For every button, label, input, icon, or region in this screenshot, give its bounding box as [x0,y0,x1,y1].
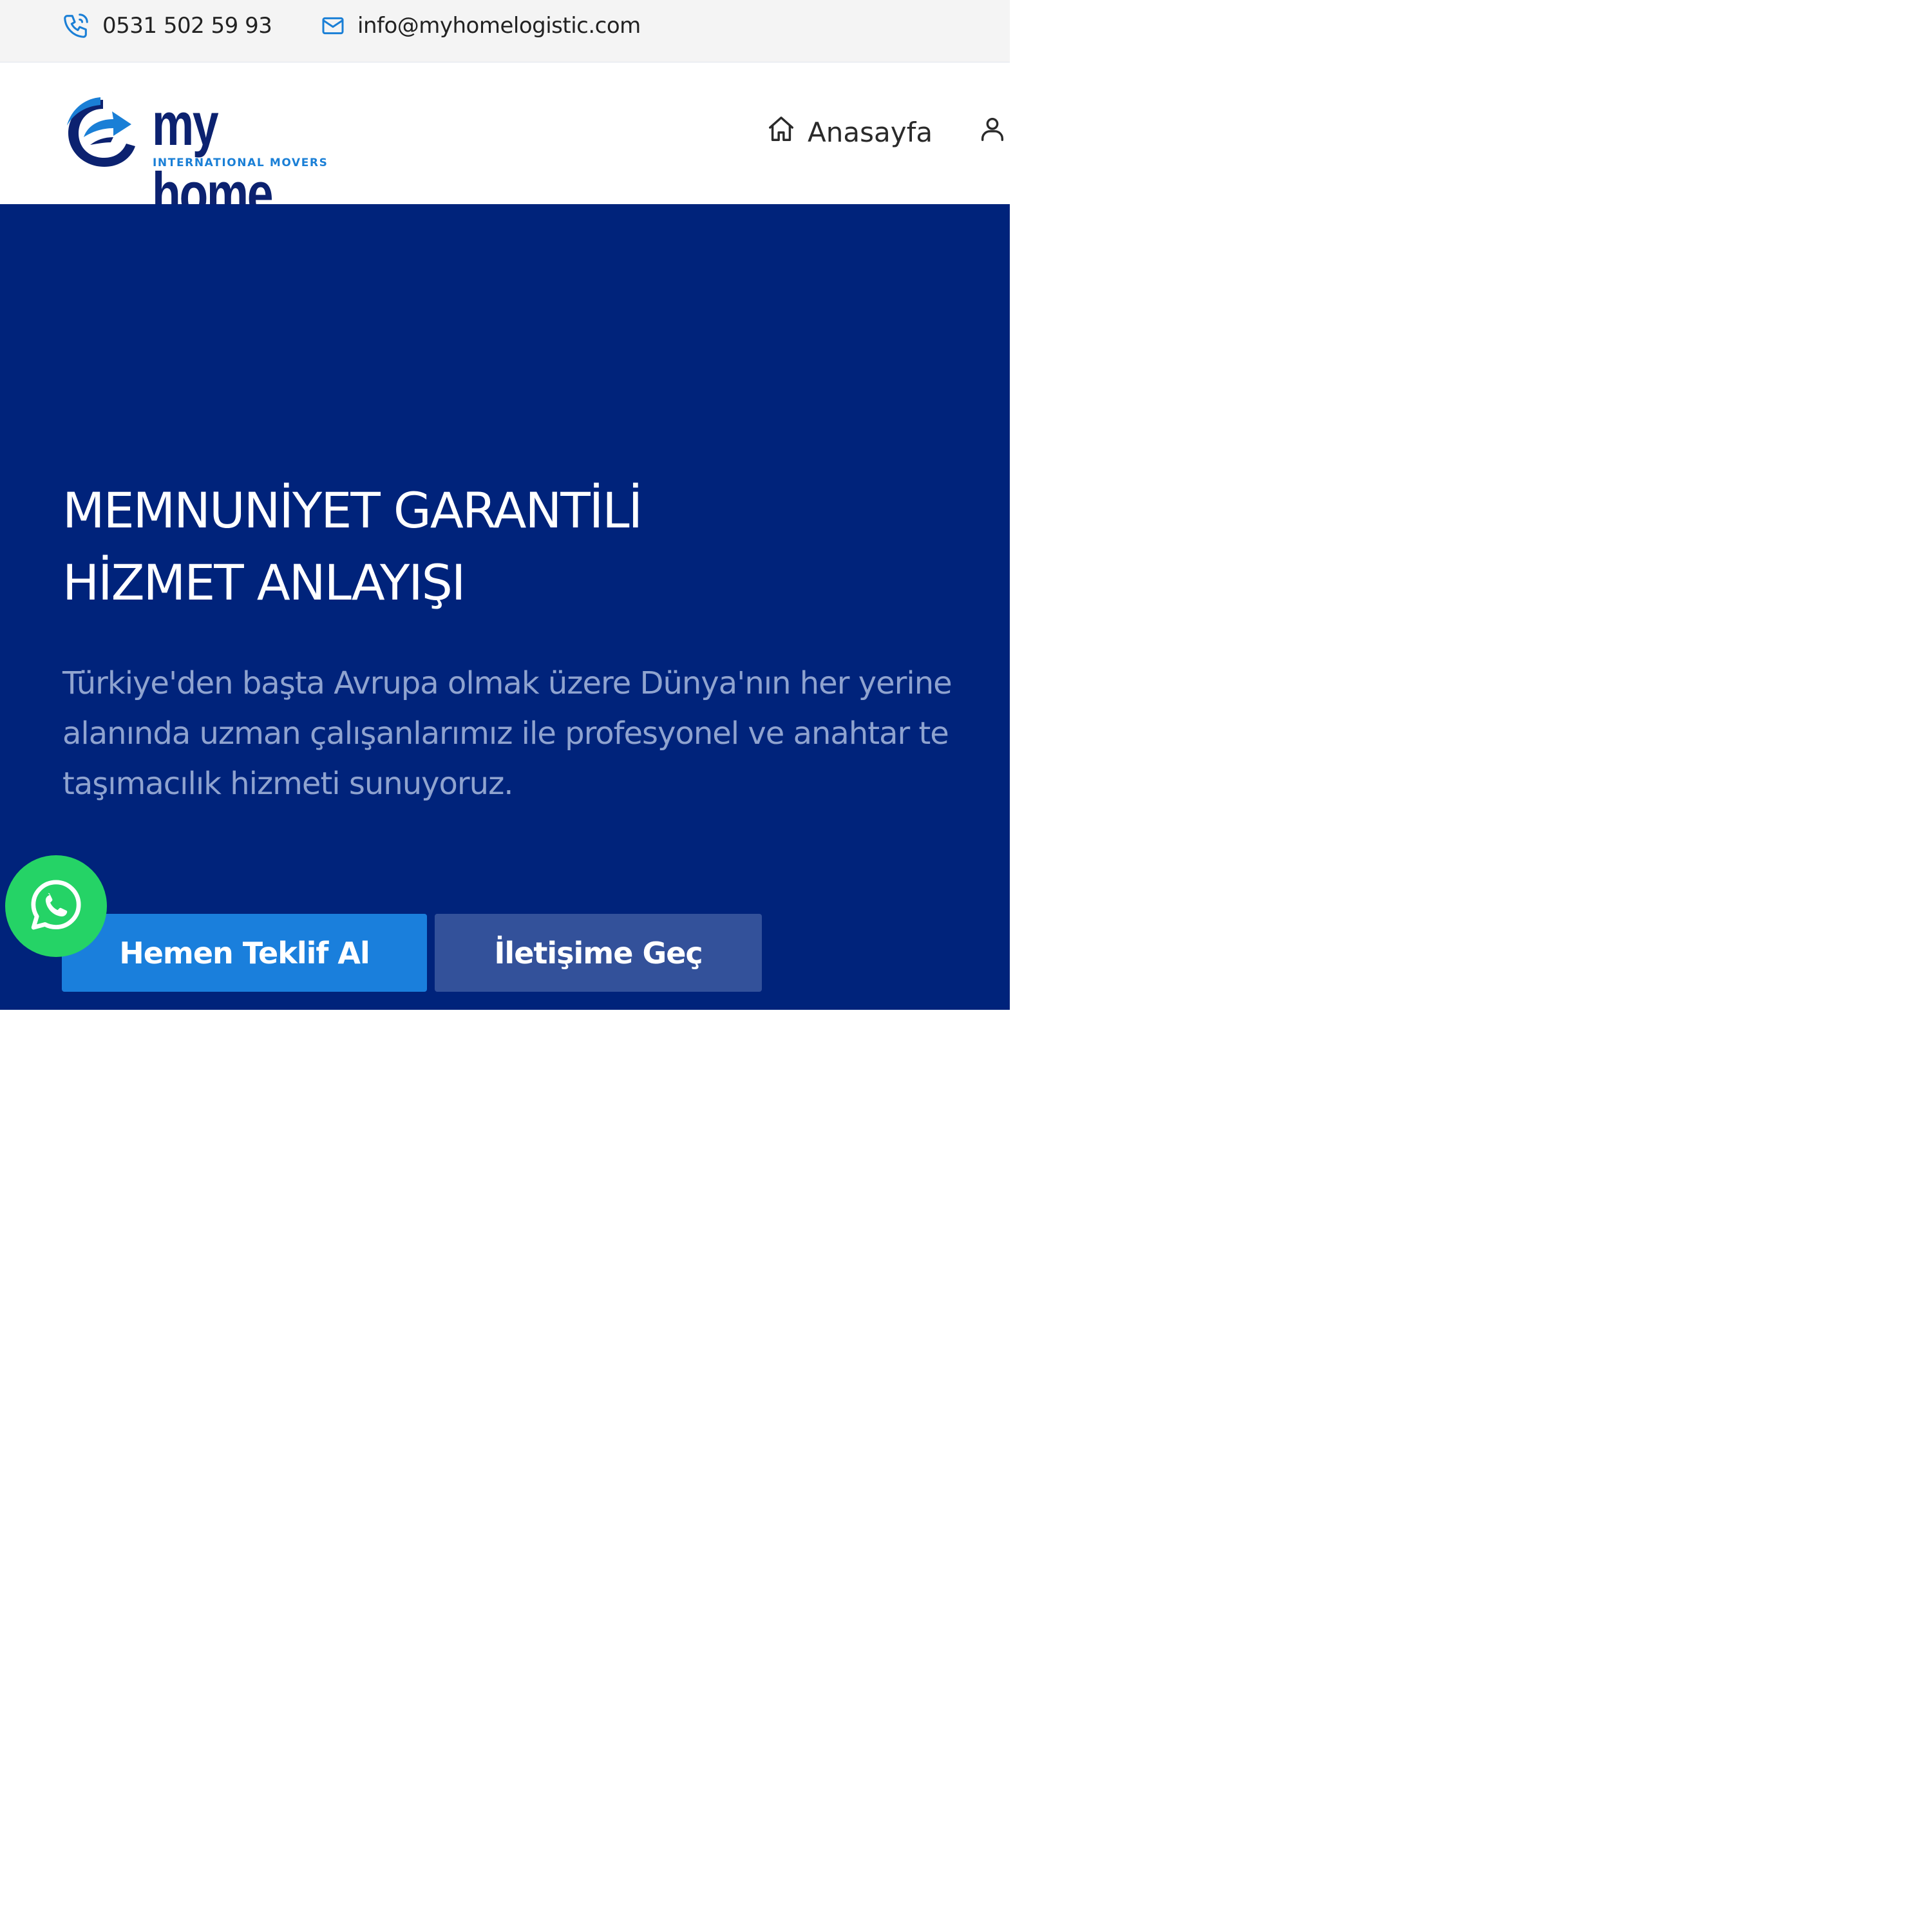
logo[interactable]: my home INTERNATIONAL MOVERS [64,90,335,227]
whatsapp-icon [27,876,85,936]
whatsapp-button[interactable] [5,855,107,957]
hero-title: MEMNUNİYET GARANTİLİ HİZMET ANLAYIŞI [62,475,900,619]
hero-title-line: HİZMET ANLAYIŞI [62,554,466,611]
get-quote-button[interactable]: Hemen Teklif Al [62,914,427,992]
user-icon [978,114,1007,150]
hero-description-line: Türkiye'den başta Avrupa olmak üzere Dün… [62,665,952,701]
phone-number[interactable]: 0531 502 59 93 [102,13,272,39]
phone-contact[interactable]: 0531 502 59 93 [61,0,272,52]
site-header: my home INTERNATIONAL MOVERS Anasayfa [0,62,1010,227]
phone-icon [61,11,91,41]
mail-icon [320,13,346,39]
logo-tagline: INTERNATIONAL MOVERS [153,156,328,169]
logo-mark-icon [67,97,135,167]
hero-description-line: taşımacılık hizmeti sunuyoruz. [62,766,514,802]
contact-button[interactable]: İletişime Geç [435,914,762,992]
hero-title-line: MEMNUNİYET GARANTİLİ [62,482,643,539]
hero-section: MEMNUNİYET GARANTİLİ HİZMET ANLAYIŞI Tür… [0,204,1010,1010]
email-address[interactable]: info@myhomelogistic.com [357,13,641,39]
nav-item-user[interactable] [978,114,1007,150]
nav-item-home-label: Anasayfa [808,116,933,148]
home-icon [766,114,796,150]
email-contact[interactable]: info@myhomelogistic.com [320,0,641,52]
top-contact-bar: 0531 502 59 93 info@myhomelogistic.com [0,0,1010,62]
nav-item-home[interactable]: Anasayfa [766,114,933,150]
hero-description: Türkiye'den başta Avrupa olmak üzere Dün… [62,658,1010,809]
hero-description-line: alanında uzman çalışanlarımız ile profes… [62,715,949,752]
